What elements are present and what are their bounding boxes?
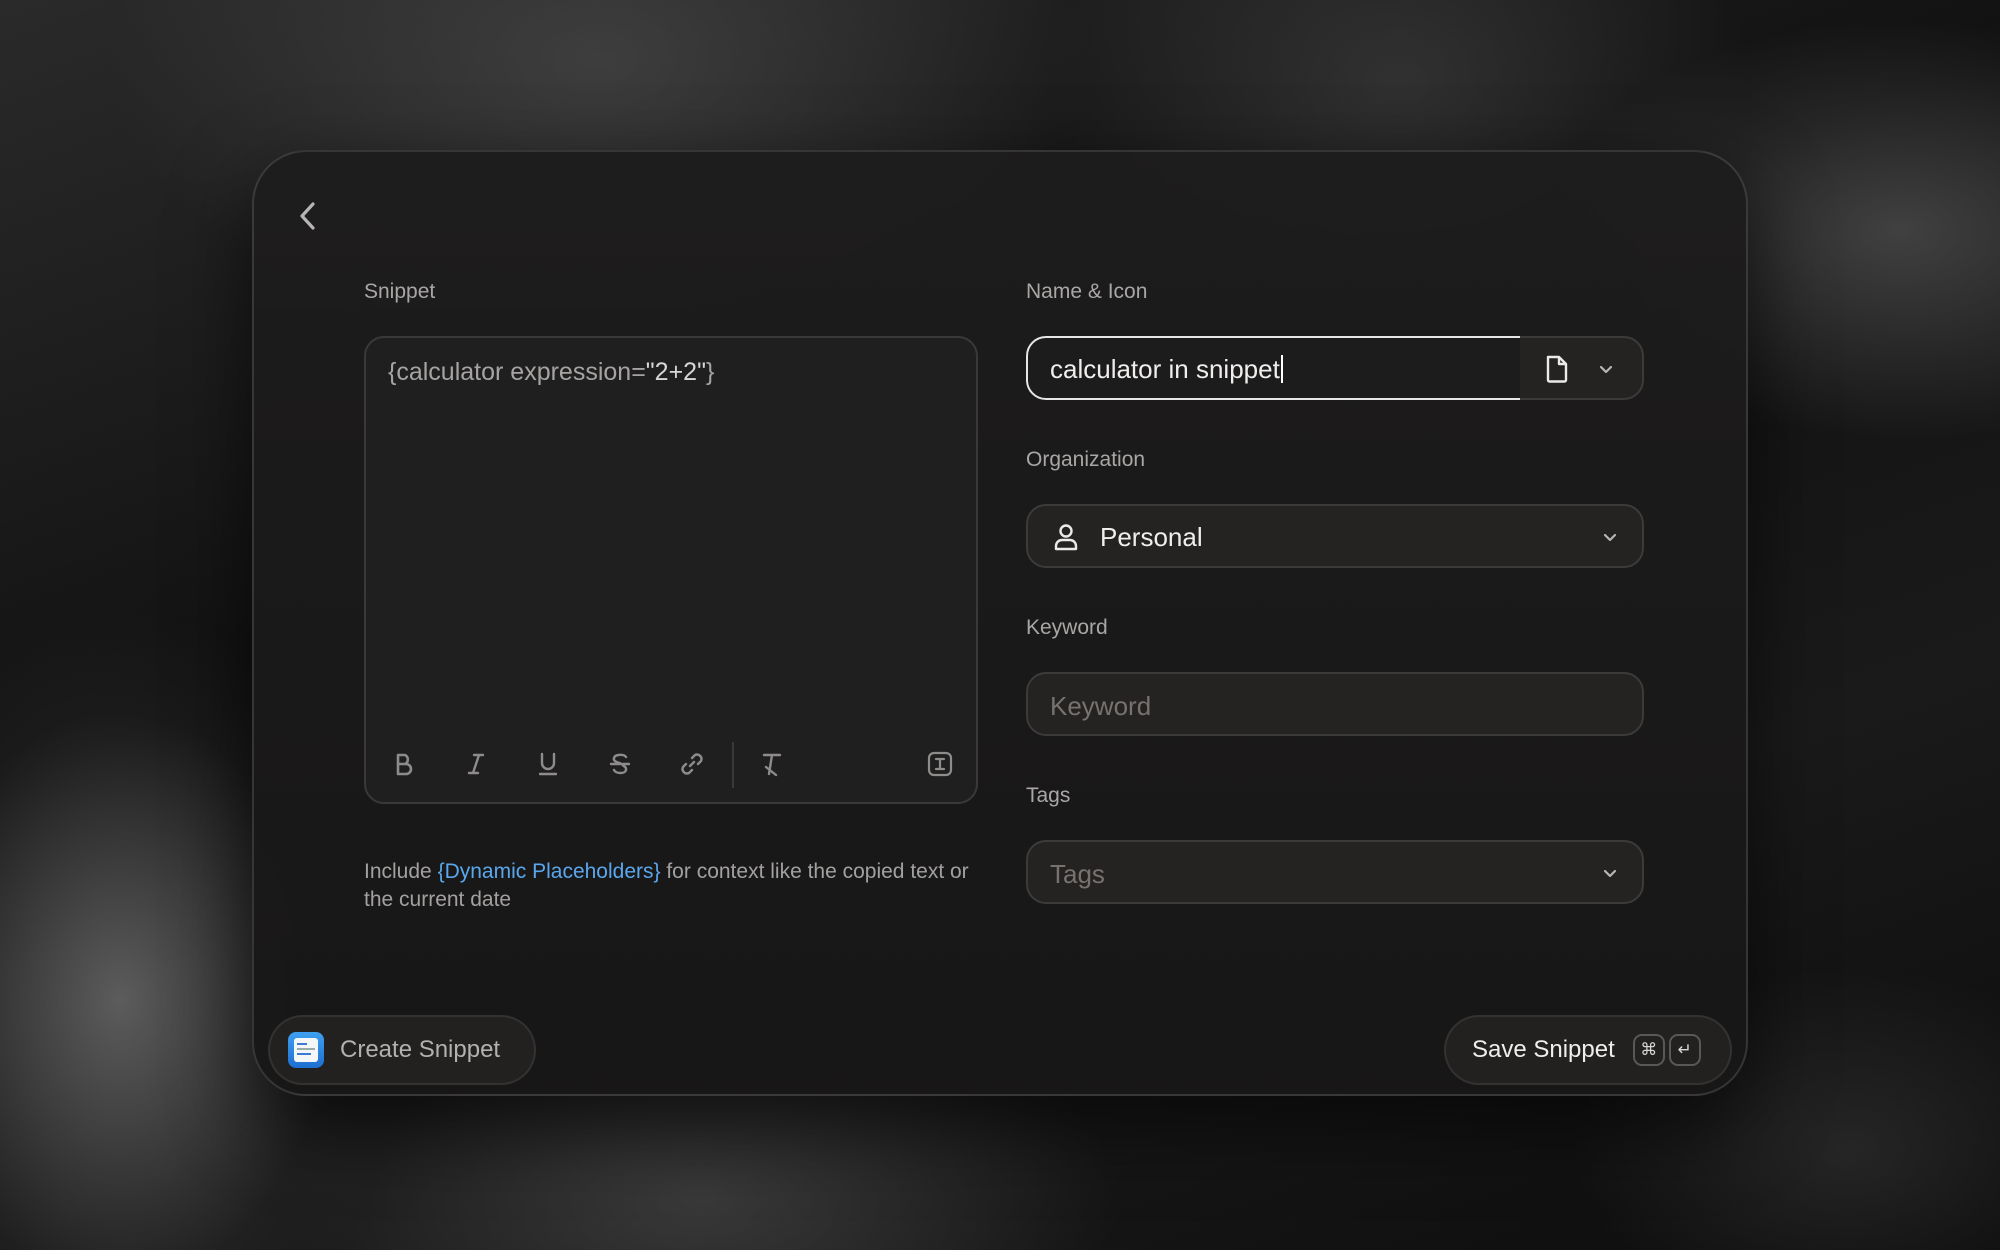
name-value: calculator in snippet — [1050, 354, 1283, 385]
snippet-editor[interactable]: {calculator expression="2+2"} — [364, 336, 978, 804]
return-key-icon: ↵ — [1668, 1034, 1701, 1066]
format-toolbar — [366, 728, 976, 802]
save-snippet-button[interactable]: Save Snippet ⌘ ↵ — [1444, 1015, 1732, 1085]
tags-select[interactable]: Tags — [1026, 840, 1644, 904]
command-name: Create Snippet — [340, 1036, 501, 1063]
tags-placeholder: Tags — [1050, 859, 1105, 889]
snippet-text-part: } — [705, 358, 715, 386]
organization-value: Personal — [1100, 522, 1203, 552]
clear-format-icon — [762, 753, 782, 777]
italic-icon — [467, 753, 485, 775]
save-snippet-label: Save Snippet — [1472, 1036, 1615, 1063]
document-icon — [1546, 355, 1568, 383]
help-prefix: Include — [364, 860, 438, 883]
strikethrough-icon — [609, 753, 631, 775]
person-icon — [1054, 524, 1078, 551]
bold-icon — [396, 753, 413, 776]
organization-select[interactable]: Personal — [1026, 504, 1644, 568]
keyword-placeholder: Keyword — [1050, 691, 1152, 721]
toolbar-divider — [732, 742, 734, 788]
keyword-label: Keyword — [1026, 616, 1108, 639]
underline-button[interactable] — [530, 746, 566, 782]
snippets-app-icon — [288, 1032, 324, 1068]
keyword-input[interactable]: Keyword — [1026, 672, 1644, 736]
italic-button[interactable] — [458, 746, 494, 782]
name-field[interactable]: calculator in snippet — [1026, 336, 1522, 400]
text-caret — [1280, 355, 1283, 383]
command-key-icon: ⌘ — [1632, 1034, 1665, 1066]
help-text: Include {Dynamic Placeholders} for conte… — [364, 858, 994, 914]
strikethrough-button[interactable] — [602, 746, 638, 782]
organization-label: Organization — [1026, 448, 1146, 471]
chevron-left-icon — [300, 202, 315, 230]
snippet-text[interactable]: {calculator expression="2+2"} — [388, 358, 714, 387]
icon-picker-button[interactable] — [1520, 336, 1644, 400]
create-snippet-command[interactable]: Create Snippet — [268, 1015, 536, 1085]
chevron-down-icon — [1596, 360, 1616, 380]
link-icon — [681, 753, 703, 775]
dynamic-placeholders-link[interactable]: {Dynamic Placeholders} — [438, 860, 661, 883]
create-snippet-panel: Snippet {calculator expression="2+2"} In… — [252, 150, 1748, 1096]
chevron-down-icon — [1600, 528, 1620, 548]
name-icon-label: Name & Icon — [1026, 280, 1148, 303]
snippet-label: Snippet — [364, 280, 436, 303]
clear-format-button[interactable] — [754, 746, 790, 782]
underline-icon — [538, 752, 558, 776]
link-button[interactable] — [674, 746, 710, 782]
bold-button[interactable] — [386, 746, 422, 782]
back-button[interactable] — [288, 196, 328, 236]
insert-placeholder-icon — [927, 751, 953, 777]
snippet-text-part: {calculator expression= — [388, 358, 646, 386]
name-value-text: calculator in snippet — [1050, 354, 1280, 384]
snippet-text-quoted: "2+2" — [645, 358, 706, 386]
tags-label: Tags — [1026, 784, 1071, 807]
chevron-down-icon — [1600, 864, 1620, 884]
insert-placeholder-button[interactable] — [922, 746, 958, 782]
